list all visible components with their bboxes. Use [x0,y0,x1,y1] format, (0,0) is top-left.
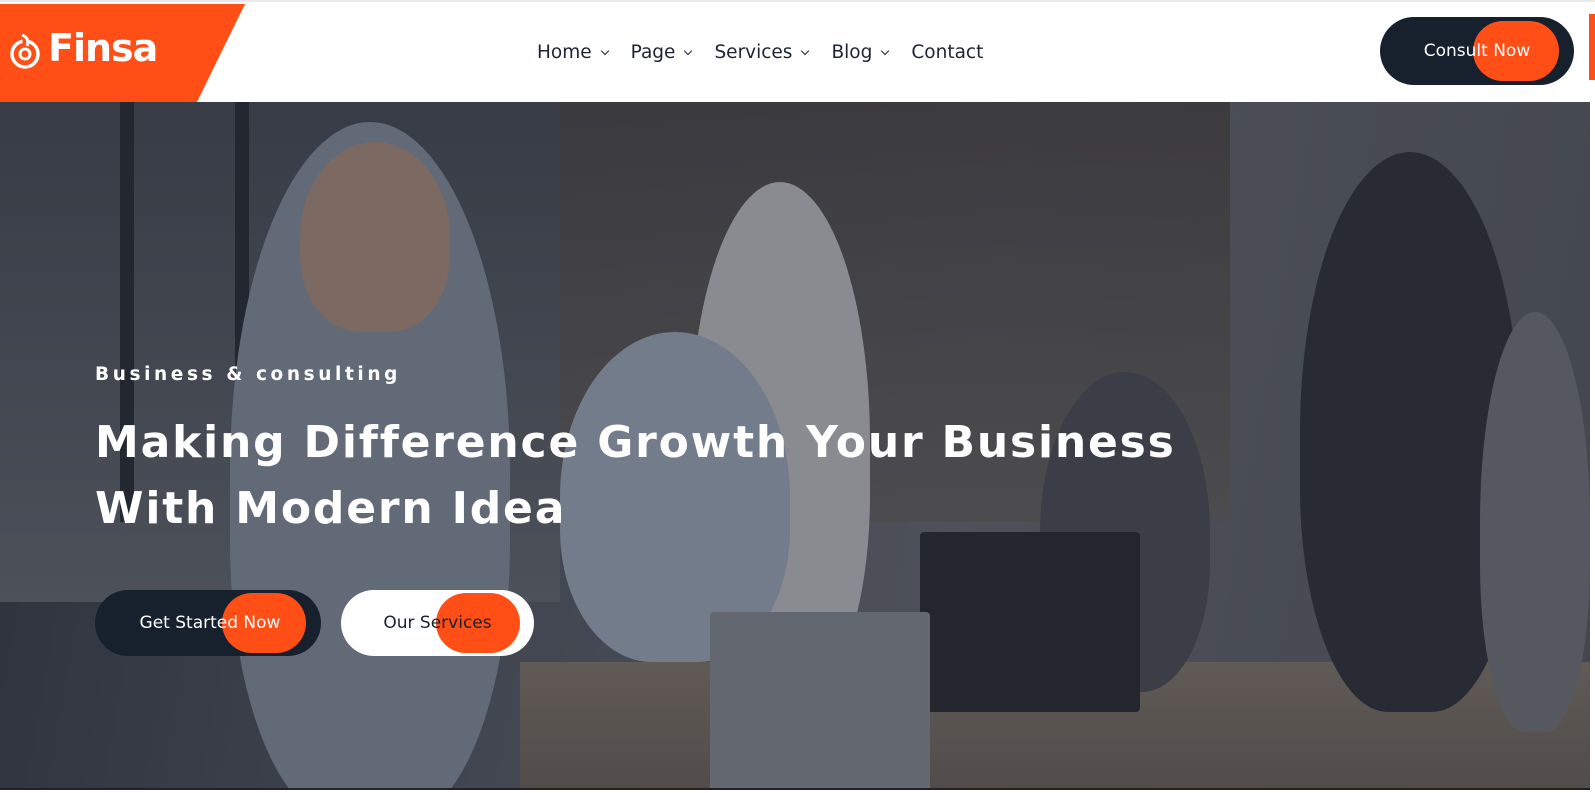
nav-item-label: Blog [831,42,873,63]
site-header: Finsa Home Page Services Blog Contact Co… [0,0,1595,104]
nav-item-label: Page [630,42,676,63]
chevron-down-icon [881,46,890,55]
our-services-label: Our Services [383,613,492,633]
hero-kicker: Business & consulting [95,364,401,385]
nav-item-label: Home [537,42,592,63]
nav-item-page[interactable]: Page [630,42,693,63]
edge-accent [1589,14,1595,80]
get-started-button[interactable]: Get Started Now [95,590,321,656]
nav-item-label: Services [714,42,793,63]
chevron-down-icon [684,46,693,55]
nav-item-blog[interactable]: Blog [831,42,890,63]
main-nav: Home Page Services Blog Contact [537,42,1006,63]
hero-section: Business & consulting Making Difference … [0,102,1590,790]
logo[interactable]: Finsa [0,4,245,104]
nav-item-services[interactable]: Services [714,42,810,63]
nav-item-home[interactable]: Home [537,42,609,63]
chevron-down-icon [600,46,609,55]
consult-now-label: Consult Now [1423,41,1531,61]
nav-item-contact[interactable]: Contact [911,42,983,63]
hero-bottom-border [0,788,1590,790]
get-started-label: Get Started Now [139,613,281,633]
consult-now-button[interactable]: Consult Now [1380,17,1574,85]
chevron-down-icon [801,46,810,55]
logo-icon [10,33,40,69]
hero-headline-line: Making Difference Growth Your Business [95,417,1176,468]
nav-item-label: Contact [911,42,984,63]
our-services-button[interactable]: Our Services [341,590,534,656]
hero-headline-line: With Modern Idea [95,483,567,534]
hero-headline: Making Difference Growth Your Business W… [95,410,1295,542]
logo-text: Finsa [48,26,158,70]
